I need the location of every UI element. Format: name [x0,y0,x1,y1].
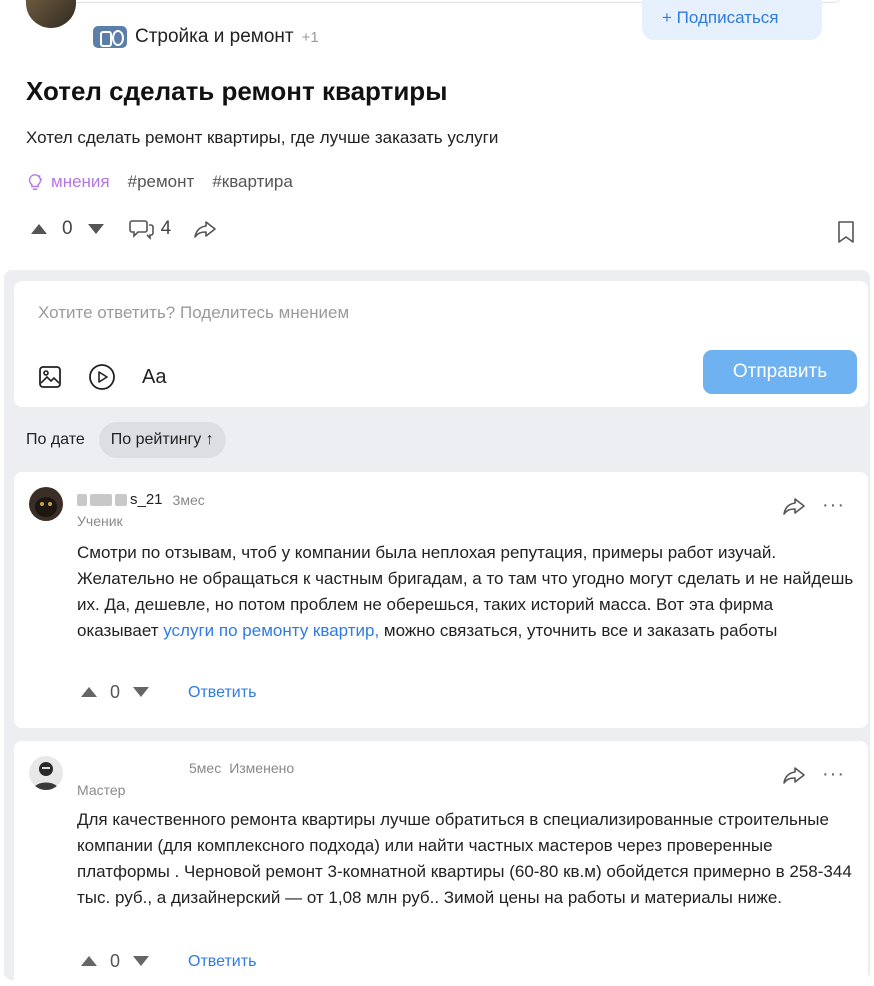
redacted-username [90,493,112,506]
redacted-username [115,493,127,506]
comment-text: Смотри по отзывам, чтоб у компании была … [77,540,857,644]
comment-time: 5мес [189,760,222,776]
post-vote-count: 0 [62,218,73,239]
opinion-tag-label: мнения [51,172,110,191]
downvote-icon[interactable] [132,951,150,972]
category-label: Стройка и ремонт [135,26,294,47]
comment-vote-count: 0 [110,951,121,971]
comment-actions: 0 Ответить [80,951,256,972]
user-role: Мастер [77,782,126,798]
composer-tools: Aa [38,363,192,391]
more-options-icon[interactable]: ··· [822,764,845,784]
sort-by-rating[interactable]: По рейтингу ↑ [98,422,226,458]
comment-text-part: можно связаться, уточнить все и заказать… [379,621,778,640]
send-button[interactable]: Отправить [703,350,857,394]
category-link[interactable]: Стройка и ремонт +1 [93,26,319,48]
comment-card: s_21 3мес Ученик ··· Смотри по отзывам, … [14,472,868,728]
services-link[interactable]: услуги по ремонту квартир, [163,621,379,640]
comments-count: 4 [160,218,172,239]
redacted-username [77,493,87,506]
composer-placeholder[interactable]: Хотите ответить? Поделитесь мнением [38,303,349,323]
video-icon[interactable] [88,363,116,391]
upvote-icon[interactable] [80,951,98,972]
category-extra: +1 [301,28,319,46]
username: s_21 [130,491,163,508]
comment-card: 5мес Изменено Мастер ··· Для качественно… [14,741,868,986]
subscribe-label: + Подписаться [662,8,779,27]
reply-button[interactable]: Ответить [188,953,256,971]
sort-by-rating-label: По рейтингу ↑ [110,431,214,448]
comments-icon[interactable] [128,218,155,240]
sort-by-date[interactable]: По дате [26,431,85,449]
tag-remont[interactable]: #ремонт [128,172,195,192]
question-title: Хотел сделать ремонт квартиры [26,76,448,106]
comment-text: Для качественного ремонта квартиры лучше… [77,810,852,907]
user-role: Ученик [77,513,123,529]
edited-label: Изменено [229,760,295,776]
text-format-button[interactable]: Aa [142,366,166,389]
question-text: Хотел сделать ремонт квартиры, где лучше… [26,128,499,147]
share-icon[interactable] [782,496,806,516]
post-actions: 0 4 [30,218,231,240]
category-icon [93,26,127,48]
upvote-icon[interactable] [80,682,98,703]
downvote-icon[interactable] [132,682,150,703]
image-icon[interactable] [38,365,62,389]
opinion-tag[interactable]: мнения [26,172,110,192]
answer-composer[interactable]: Хотите ответить? Поделитесь мнением Aa О… [14,281,868,407]
comment-author[interactable]: 5мес Изменено [179,760,294,776]
subscribe-button[interactable]: + Подписаться [642,0,822,40]
comment-vote-count: 0 [110,682,121,702]
author-avatar[interactable] [26,0,76,28]
sort-controls: По дате По рейтингу ↑ [26,422,226,458]
share-icon[interactable] [193,219,217,239]
more-options-icon[interactable]: ··· [822,495,845,515]
comment-time: 3мес [172,491,205,508]
tags-row: мнения #ремонт #квартира [26,172,311,192]
lightbulb-icon [28,174,43,190]
upvote-icon[interactable] [30,223,48,235]
comment-author[interactable]: s_21 3мес [77,491,205,508]
avatar[interactable] [29,487,63,521]
share-icon[interactable] [782,765,806,785]
comment-actions: 0 Ответить [80,682,256,703]
bookmark-icon[interactable] [836,220,856,244]
reply-button[interactable]: Ответить [188,684,256,702]
downvote-icon[interactable] [87,223,105,235]
tag-kvartira[interactable]: #квартира [212,172,292,192]
avatar[interactable] [29,756,63,790]
